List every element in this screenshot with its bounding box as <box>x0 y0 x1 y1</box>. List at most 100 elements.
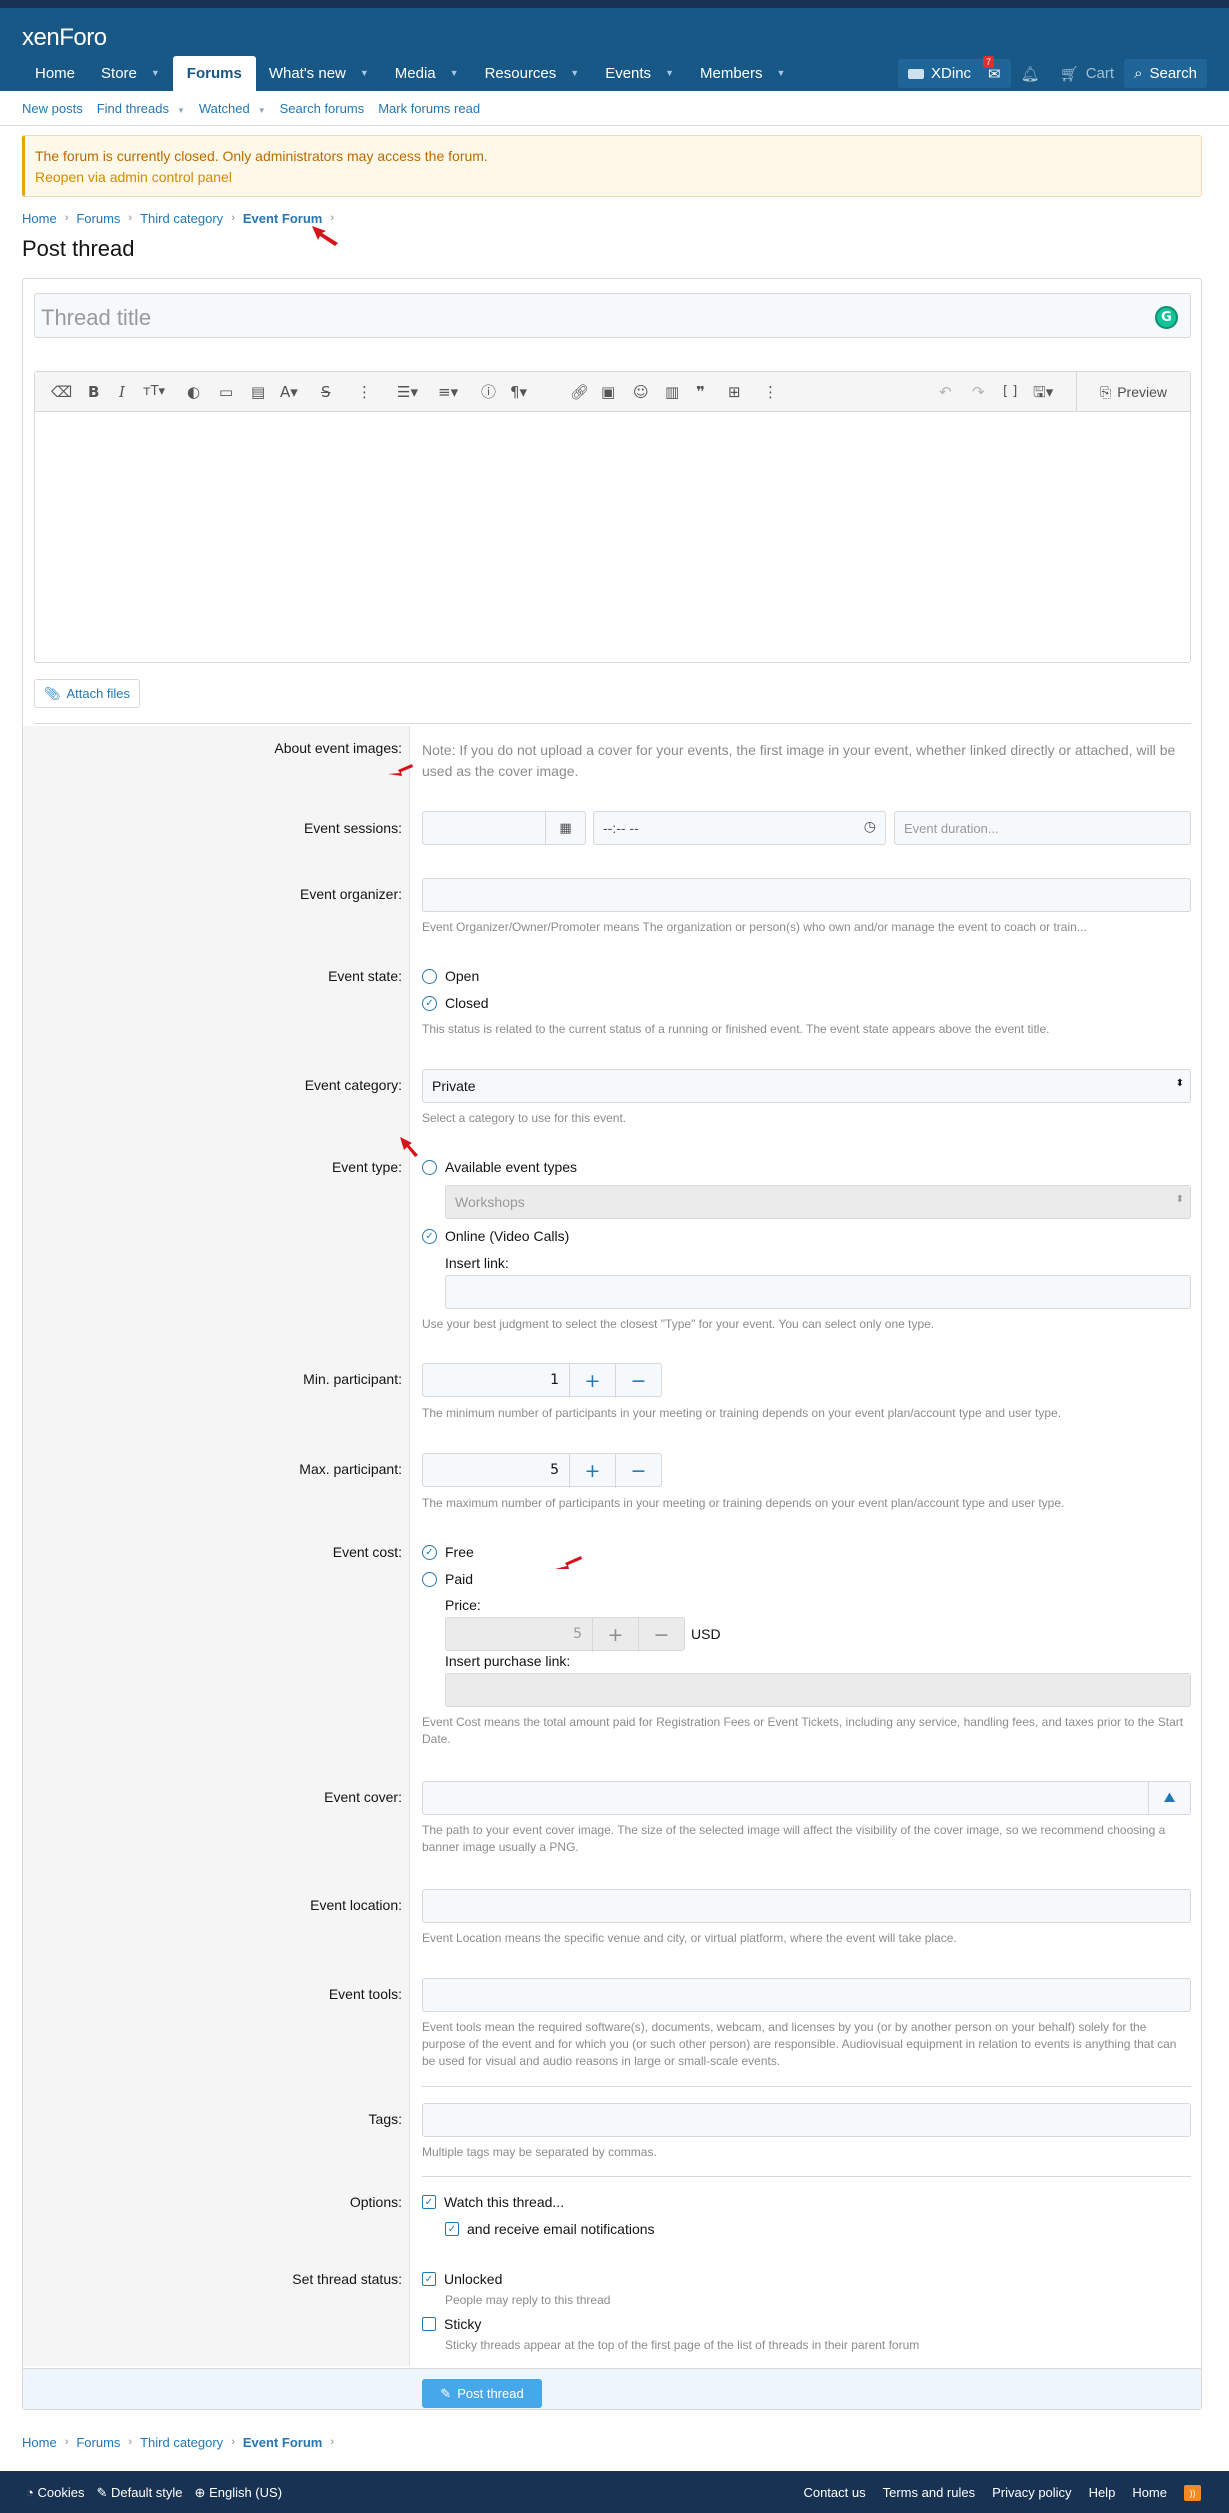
redo-icon[interactable]: ↷ <box>972 383 985 401</box>
category-select[interactable]: Private ⬍ <box>422 1069 1191 1103</box>
link-icon[interactable]: 🔗︎ <box>570 383 589 401</box>
state-open-radio[interactable]: Open <box>422 968 479 984</box>
session-date-input[interactable]: ▦ <box>422 811 586 845</box>
window-icon[interactable]: ▤ <box>251 383 265 401</box>
chevron-down-icon[interactable]: ▼ <box>177 106 185 115</box>
location-input[interactable] <box>422 1889 1191 1923</box>
image-icon[interactable]: ▣ <box>601 383 615 401</box>
chevron-down-icon[interactable]: ▼ <box>151 56 160 91</box>
rss-icon[interactable]: )) <box>1184 2485 1201 2501</box>
increment-button[interactable]: + <box>569 1454 615 1488</box>
decrement-button[interactable]: − <box>615 1454 661 1488</box>
cover-input[interactable]: ⛰ <box>422 1781 1191 1815</box>
alerts-button[interactable]: 🔔︎ <box>1011 59 1050 88</box>
upload-icon[interactable]: ⛰ <box>1148 1782 1190 1814</box>
info-icon[interactable]: ⓘ <box>481 383 496 401</box>
event-duration-input[interactable]: Event duration... <box>894 811 1191 845</box>
search-button[interactable]: ⌕ Search <box>1124 59 1207 88</box>
breadcrumb-forum[interactable]: Event Forum <box>243 2435 322 2450</box>
media-icon[interactable]: ▥ <box>665 383 679 401</box>
chevron-down-icon[interactable]: ▼ <box>450 56 459 91</box>
style-chooser[interactable]: ✎ Default style <box>96 2485 182 2501</box>
grammarly-icon[interactable]: G <box>1155 306 1178 329</box>
table-icon[interactable]: ⊞ <box>728 383 741 401</box>
undo-icon[interactable]: ↶ <box>939 383 952 401</box>
subnav-watched[interactable]: Watched ▼ <box>199 101 266 116</box>
cost-free-radio[interactable]: ✓ Free <box>422 1544 474 1560</box>
nav-tab-whats-new[interactable]: What's new ▼ <box>256 56 382 91</box>
tags-input[interactable] <box>422 2103 1191 2137</box>
footer-help-link[interactable]: Help <box>1089 2485 1116 2501</box>
min-participant-stepper[interactable]: 1 + − <box>422 1363 662 1398</box>
increment-button[interactable]: + <box>569 1364 615 1398</box>
cookies-link[interactable]: ◔ Cookies <box>26 2485 84 2501</box>
insert-link-input[interactable] <box>445 1275 1191 1309</box>
chevron-down-icon[interactable]: ▼ <box>258 106 266 115</box>
footer-privacy-link[interactable]: Privacy policy <box>992 2485 1071 2501</box>
nav-tab-store[interactable]: Store ▼ <box>88 56 173 91</box>
nav-tab-media[interactable]: Media ▼ <box>382 56 472 91</box>
price-stepper[interactable]: 5 + − <box>445 1617 685 1652</box>
subnav-mark-read[interactable]: Mark forums read <box>378 101 480 116</box>
post-thread-button[interactable]: ✎ Post thread <box>422 2379 542 2408</box>
chevron-down-icon[interactable]: ▼ <box>777 56 786 91</box>
account-menu[interactable]: XDinc 7 ✉ <box>898 55 1011 88</box>
rich-text-editor[interactable]: ⌫ B I тT▾ ◐ ▭ ▤ A▾ S ⋮ ☰▾ ≡▾ ⓘ ¶▾ 🔗︎ ▣ ☺… <box>34 371 1191 663</box>
footer-terms-link[interactable]: Terms and rules <box>883 2485 975 2501</box>
palette-icon[interactable]: ◐ <box>187 383 200 401</box>
smiley-icon[interactable]: ☺ <box>633 383 649 401</box>
drafts-icon[interactable]: 🖫︎▾ <box>1033 383 1053 401</box>
paragraph-icon[interactable]: ¶▾ <box>510 383 527 401</box>
calendar-icon[interactable]: ▦ <box>545 812 585 844</box>
nav-tab-resources[interactable]: Resources ▼ <box>472 56 593 91</box>
state-closed-radio[interactable]: ✓ Closed <box>422 995 489 1011</box>
eraser-icon[interactable]: ⌫ <box>51 383 72 401</box>
strikethrough-icon[interactable]: S <box>321 383 331 401</box>
subnav-find-threads[interactable]: Find threads ▼ <box>97 101 185 116</box>
nav-tab-members[interactable]: Members ▼ <box>687 56 798 91</box>
decrement-button[interactable]: − <box>615 1364 661 1398</box>
bold-icon[interactable]: B <box>88 383 99 401</box>
email-notify-checkbox[interactable]: ✓ and receive email notifications <box>445 2221 655 2237</box>
subnav-search-forums[interactable]: Search forums <box>280 101 365 116</box>
unlocked-checkbox[interactable]: ✓ Unlocked <box>422 2271 502 2287</box>
breadcrumb-forum[interactable]: Event Forum <box>243 211 322 226</box>
sticky-checkbox[interactable]: Sticky <box>422 2316 481 2332</box>
max-participant-stepper[interactable]: 5 + − <box>422 1453 662 1488</box>
align-icon[interactable]: ≡▾ <box>438 383 458 401</box>
italic-icon[interactable]: I <box>119 383 125 401</box>
breadcrumb-home[interactable]: Home <box>22 211 57 226</box>
box-icon[interactable]: ▭ <box>219 383 233 401</box>
site-logo[interactable]: xenForo <box>22 24 107 52</box>
cart-button[interactable]: 🛒︎ Cart <box>1050 59 1124 88</box>
reopen-link[interactable]: Reopen via admin control panel <box>35 167 1191 188</box>
chevron-down-icon[interactable]: ▼ <box>665 56 674 91</box>
thread-title-input[interactable]: Thread title G <box>34 293 1191 338</box>
chevron-down-icon[interactable]: ▼ <box>360 56 369 91</box>
list-icon[interactable]: ☰▾ <box>397 383 418 401</box>
nav-tab-forums[interactable]: Forums <box>172 56 256 91</box>
cost-paid-radio[interactable]: Paid <box>422 1571 473 1587</box>
increment-button[interactable]: + <box>592 1618 638 1652</box>
type-available-radio[interactable]: Available event types <box>422 1159 577 1175</box>
preview-button[interactable]: ⎘ Preview <box>1076 372 1190 412</box>
font-icon[interactable]: A▾ <box>280 383 298 401</box>
attach-files-button[interactable]: 📎︎ Attach files <box>34 679 140 708</box>
more-icon[interactable]: ⋮ <box>763 383 778 401</box>
text-size-icon[interactable]: тT▾ <box>143 383 165 401</box>
subnav-new-posts[interactable]: New posts <box>22 101 83 116</box>
nav-tab-home[interactable]: Home <box>22 56 88 91</box>
nav-tab-events[interactable]: Events ▼ <box>592 56 687 91</box>
more-icon[interactable]: ⋮ <box>357 383 372 401</box>
decrement-button[interactable]: − <box>638 1618 684 1652</box>
breadcrumb-category[interactable]: Third category <box>140 2435 223 2450</box>
chevron-down-icon[interactable]: ▼ <box>570 56 579 91</box>
breadcrumb-forums[interactable]: Forums <box>76 2435 120 2450</box>
bbcode-icon[interactable]: [ ] <box>1003 383 1017 401</box>
purchase-link-input[interactable] <box>445 1673 1191 1707</box>
language-chooser[interactable]: ⊕ English (US) <box>195 2485 283 2501</box>
breadcrumb-home[interactable]: Home <box>22 2435 57 2450</box>
footer-contact-link[interactable]: Contact us <box>803 2485 865 2501</box>
footer-home-link[interactable]: Home <box>1132 2485 1167 2501</box>
session-time-input[interactable]: --:-- -- ◷ <box>593 811 886 845</box>
